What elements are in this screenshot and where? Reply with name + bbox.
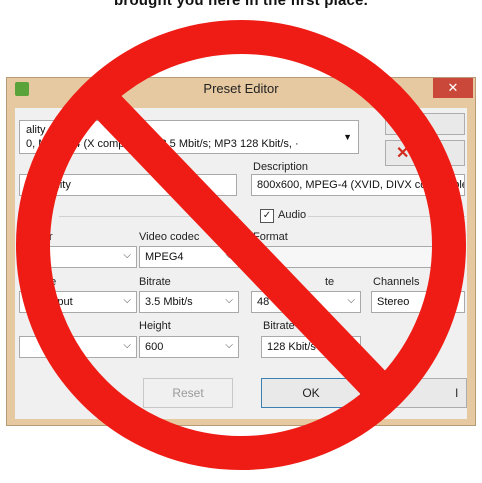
description-input[interactable]: 800x600, MPEG-4 (XVID, DIVX compatible),: [251, 174, 465, 196]
sample-rate-dropdown[interactable]: 48 ⌵: [251, 291, 361, 313]
container-dropdown[interactable]: I ⌵: [19, 246, 137, 268]
channels-value: Stereo: [377, 296, 410, 308]
video-codec-value: MPEG4: [145, 251, 184, 263]
preset-name-line: ality: [26, 124, 46, 136]
bitrate-value: 3.5 Mbit/s: [145, 296, 193, 308]
bitrate-dropdown[interactable]: 3.5 Mbit/s ⌵: [139, 291, 239, 313]
sample-rate-value: 48: [257, 296, 270, 308]
chevron-down-icon: ⌵: [225, 250, 233, 261]
chevron-down-icon: ⌵: [225, 295, 233, 306]
chevron-down-icon: ⌵: [123, 340, 131, 351]
format-value: P3: [257, 251, 271, 263]
delete-button[interactable]: ✕ De: [385, 140, 465, 166]
cancel-button[interactable]: l: [377, 378, 467, 408]
new-preset-button[interactable]: [385, 113, 465, 135]
container-label: ntainer: [19, 231, 53, 243]
chevron-down-icon: ⌵: [123, 250, 131, 261]
bitrate-label: Bitrate: [139, 276, 171, 288]
chevron-down-icon: ⌵: [225, 340, 233, 351]
width-dropdown[interactable]: ⌵: [19, 336, 137, 358]
close-icon: ✕: [447, 80, 459, 95]
audio-bitrate-label: Bitrate: [263, 320, 295, 332]
chevron-down-icon: ⌵: [123, 295, 131, 306]
close-button[interactable]: ✕: [433, 78, 473, 98]
height-label: Height: [139, 320, 171, 332]
description-label: Description: [253, 161, 309, 173]
title-bar: Preset Editor ✕: [7, 78, 475, 101]
checkbox-check-icon: ✓: [262, 210, 272, 221]
sample-rate-label: te: [325, 276, 335, 288]
delete-x-icon: ✕: [396, 145, 410, 162]
dropdown-chevron-icon: ▼: [343, 132, 352, 142]
audio-bitrate-value: 128 Kbit/s: [267, 341, 316, 353]
format-label: Format: [253, 231, 288, 243]
ok-button[interactable]: OK: [261, 378, 361, 408]
chevron-down-icon: ⌵: [347, 295, 355, 306]
audio-checkbox[interactable]: ✓: [260, 209, 274, 223]
audio-check-label: Audio: [278, 209, 307, 221]
height-value: 600: [145, 341, 164, 353]
name-input[interactable]: al Quality: [19, 174, 237, 196]
delete-label: De: [412, 147, 428, 161]
editor-content: ality 0, MPEG-4 (X compatible), 3.5 Mbit…: [15, 108, 467, 419]
video-codec-label: Video codec: [139, 231, 200, 243]
frame-rate-value: e as input: [25, 296, 73, 308]
preset-editor-window: Preset Editor ✕ ality 0, MPEG-4 (X compa…: [6, 77, 476, 426]
audio-group-line: [308, 216, 466, 217]
preset-dropdown[interactable]: ality 0, MPEG-4 (X compatible), 3.5 Mbit…: [19, 120, 359, 154]
audio-bitrate-dropdown[interactable]: 128 Kbit/s: [261, 336, 361, 358]
caption-text: brought you here in the first place.: [114, 0, 368, 9]
format-dropdown[interactable]: P3: [251, 246, 465, 268]
video-check-label: Video: [19, 209, 47, 221]
preset-summary-line: 0, MPEG-4 (X compatible), 3.5 Mbit/s; MP…: [26, 138, 299, 150]
window-title: Preset Editor: [203, 81, 279, 96]
video-codec-dropdown[interactable]: MPEG4 ⌵: [139, 246, 239, 268]
frame-rate-label: me rate: [19, 276, 57, 288]
container-value: I: [25, 251, 29, 263]
height-dropdown[interactable]: 600 ⌵: [139, 336, 239, 358]
video-group-line: [59, 216, 239, 217]
channels-dropdown[interactable]: Stereo: [371, 291, 465, 313]
frame-rate-dropdown[interactable]: e as input ⌵: [19, 291, 137, 313]
reset-button[interactable]: Reset: [143, 378, 233, 408]
channels-label: Channels: [373, 276, 420, 288]
